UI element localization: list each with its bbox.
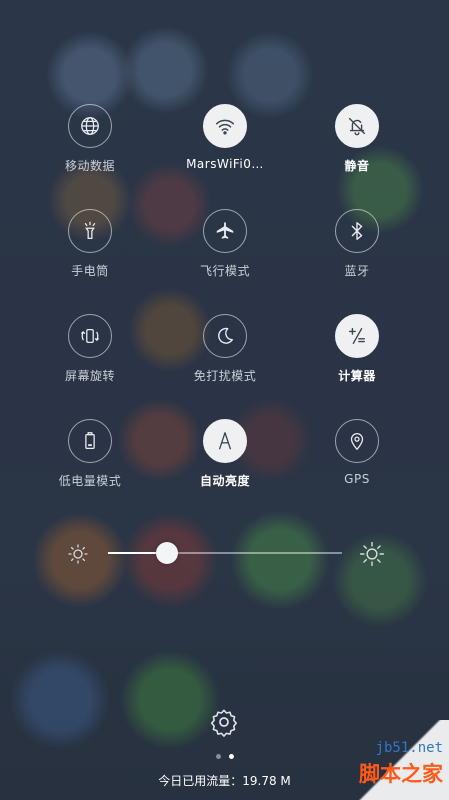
brightness-low-icon: [66, 542, 90, 566]
tile-wifi[interactable]: MarsWiFi0…: [170, 104, 280, 171]
tile-label: 移动数据: [64, 159, 115, 173]
airplane-icon: [203, 209, 247, 253]
tile-calculator[interactable]: 计算器: [302, 314, 412, 384]
tile-screen-rotation[interactable]: 屏幕旋转: [35, 314, 145, 384]
wifi-icon: [203, 104, 247, 148]
page-indicator: [213, 754, 237, 762]
settings-icon[interactable]: [208, 706, 240, 738]
tile-label: 自动亮度: [199, 474, 250, 488]
brightness-slider-row: [64, 540, 386, 568]
tile-silent[interactable]: 静音: [302, 104, 412, 174]
globe-icon: [68, 104, 112, 148]
tile-low-power-mode[interactable]: 低电量模式: [35, 419, 145, 489]
tile-label: 蓝牙: [344, 264, 370, 278]
auto-brightness-icon: [203, 419, 247, 463]
tile-label: MarsWiFi0…: [186, 157, 264, 171]
watermark-logo: 脚本之家: [359, 762, 443, 786]
tile-gps[interactable]: GPS: [302, 419, 412, 486]
location-pin-icon: [335, 419, 379, 463]
tile-label: GPS: [344, 472, 370, 486]
rotate-icon: [68, 314, 112, 358]
tile-label: 飞行模式: [199, 264, 250, 278]
tile-label: 屏幕旋转: [64, 369, 115, 383]
page-dot-active[interactable]: [229, 754, 234, 759]
page-dot[interactable]: [216, 754, 221, 759]
tile-do-not-disturb[interactable]: 免打扰模式: [170, 314, 280, 384]
tile-label: 手电筒: [71, 264, 109, 278]
moon-icon: [203, 314, 247, 358]
flashlight-icon: [68, 209, 112, 253]
tile-label: 免打扰模式: [193, 369, 257, 383]
brightness-high-icon: [359, 541, 385, 567]
tile-label: 静音: [344, 159, 370, 173]
tile-airplane-mode[interactable]: 飞行模式: [170, 209, 280, 279]
tile-flashlight[interactable]: 手电筒: [35, 209, 145, 279]
bell-mute-icon: [335, 104, 379, 148]
tile-bluetooth[interactable]: 蓝牙: [302, 209, 412, 279]
tile-label: 计算器: [338, 369, 376, 383]
battery-icon: [68, 419, 112, 463]
watermark-site: jb51.net: [375, 740, 443, 756]
tile-auto-brightness[interactable]: 自动亮度: [170, 419, 280, 489]
bluetooth-icon: [335, 209, 379, 253]
calculator-icon: [335, 314, 379, 358]
tile-label: 低电量模式: [58, 474, 122, 488]
brightness-slider-thumb[interactable]: [156, 542, 178, 564]
brightness-slider[interactable]: [108, 542, 342, 564]
tile-mobile-data[interactable]: 移动数据: [35, 104, 145, 174]
